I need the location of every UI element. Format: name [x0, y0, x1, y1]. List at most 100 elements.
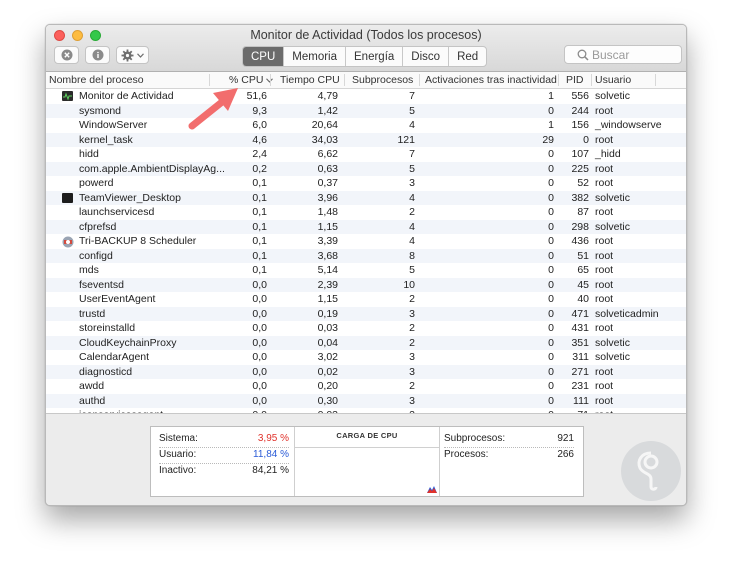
quit-process-button[interactable] [54, 46, 79, 64]
cell-pid: 52 [577, 177, 589, 189]
table-row[interactable]: com.apple.AmbientDisplayAg... 0,2 0,63 5 0 22… [46, 161, 686, 176]
cell-time: 1,48 [317, 206, 338, 218]
table-row[interactable]: storeinstalld 0,0 0,03 2 0 431 root [46, 321, 686, 336]
cell-name: trustd [79, 307, 106, 320]
chevron-down-icon [137, 52, 144, 58]
cell-name: hidd [79, 148, 99, 160]
cell-cpu: 0,1 [252, 220, 267, 233]
cell-name: configd [79, 249, 113, 262]
column-header-pid[interactable]: PID [566, 74, 584, 87]
cell-pid: 298 [571, 220, 589, 233]
cell-pid: 87 [577, 206, 589, 218]
cell-time: 3,68 [317, 249, 338, 262]
cell-threads: 5 [409, 264, 415, 276]
tab-disco[interactable]: Disco [402, 47, 448, 66]
tab-cpu[interactable]: CPU [243, 47, 284, 66]
cpu-load-graph-title: CARGA DE CPU [295, 427, 439, 448]
column-divider [419, 74, 420, 86]
cell-pid: 231 [571, 380, 589, 392]
cell-pid: 65 [577, 264, 589, 276]
table-row[interactable]: configd 0,1 3,68 8 0 51 root [46, 248, 686, 263]
cell-threads: 5 [409, 162, 415, 175]
cell-threads: 5 [409, 104, 415, 117]
cell-pid: 40 [577, 293, 589, 305]
toolbar: Monitor de Actividad (Todos los procesos… [46, 25, 686, 72]
search-field[interactable]: Buscar [564, 45, 682, 64]
cell-pid: 351 [571, 336, 589, 349]
search-placeholder: Buscar [592, 47, 630, 62]
summary-area: Sistema: 3,95 % Usuario: 11,84 % Inactiv… [46, 413, 686, 505]
cell-wakeups: 0 [548, 278, 554, 291]
cell-time: 0,04 [317, 336, 338, 349]
table-row[interactable]: CloudKeychainProxy 0,0 0,04 2 0 351 solvetic [46, 335, 686, 350]
tab-red[interactable]: Red [448, 47, 486, 66]
cell-name: authd [79, 394, 106, 407]
cell-user: solvetic [595, 90, 631, 102]
cell-pid: 271 [571, 365, 589, 378]
table-row[interactable]: WindowServer 6,0 20,64 4 1 156 _windowserve [46, 118, 686, 133]
table-row[interactable]: launchservicesd 0,1 1,48 2 0 87 root [46, 205, 686, 220]
action-menu-button[interactable] [116, 46, 149, 64]
x-circle-icon [61, 49, 72, 61]
column-header-wakeups[interactable]: Activaciones tras inactividad [425, 74, 557, 87]
table-row[interactable]: authd 0,0 0,30 3 0 111 root [46, 393, 686, 408]
gear-icon [121, 49, 134, 61]
table-row[interactable]: mds 0,1 5,14 5 0 65 root [46, 263, 686, 278]
cell-threads: 3 [409, 307, 415, 320]
cell-threads: 3 [409, 351, 415, 363]
cell-wakeups: 0 [548, 162, 554, 175]
cell-wakeups: 0 [548, 148, 554, 160]
table-row[interactable]: TeamViewer_Desktop 0,1 3,96 4 0 382 solvetic [46, 190, 686, 205]
table-row[interactable]: UserEventAgent 0,0 1,15 2 0 40 root [46, 292, 686, 307]
cell-wakeups: 0 [548, 336, 554, 349]
cell-name: powerd [79, 177, 114, 189]
search-icon [577, 49, 589, 61]
row-divider [444, 447, 574, 448]
cell-cpu: 0,0 [252, 365, 267, 378]
column-header-name[interactable]: Nombre del proceso [49, 74, 144, 87]
cell-cpu: 0,0 [252, 293, 267, 305]
cell-user: root [595, 104, 614, 117]
column-header-threads[interactable]: Subprocesos [352, 74, 413, 87]
cell-pid: 51 [577, 249, 589, 262]
table-row[interactable]: Tri-BACKUP 8 Scheduler 0,1 3,39 4 0 436 root [46, 234, 686, 249]
cell-time: 4,79 [317, 90, 338, 102]
cell-wakeups: 0 [548, 307, 554, 320]
cell-name: diagnosticd [79, 365, 133, 378]
sistema-value: 3,95 % [257, 433, 289, 444]
inactivo-value: 84,21 % [252, 465, 289, 476]
table-header: Nombre del proceso % CPU Tiempo CPU Subp… [46, 72, 686, 89]
sistema-label: Sistema: [159, 433, 198, 444]
cell-name: com.apple.AmbientDisplayAg... [79, 162, 225, 175]
table-row[interactable]: fseventsd 0,0 2,39 10 0 45 root [46, 277, 686, 292]
cell-wakeups: 0 [548, 293, 554, 305]
table-row[interactable]: Monitor de Actividad 51,6 4,79 7 1 556 solveti… [46, 89, 686, 104]
cell-cpu: 0,1 [252, 206, 267, 218]
column-header-time[interactable]: Tiempo CPU [280, 74, 340, 87]
table-row[interactable]: kernel_task 4,6 34,03 121 29 0 root [46, 132, 686, 147]
cell-name: Tri-BACKUP 8 Scheduler [79, 235, 197, 247]
resource-tabs: CPU Memoria Energía Disco Red [242, 46, 488, 67]
tab-memoria[interactable]: Memoria [283, 47, 345, 66]
cell-time: 3,02 [317, 351, 338, 363]
cell-threads: 4 [409, 220, 415, 233]
table-row[interactable]: powerd 0,1 0,37 3 0 52 root [46, 176, 686, 191]
procesos-label: Procesos: [444, 449, 489, 460]
cell-user: root [595, 206, 614, 218]
column-header-user[interactable]: Usuario [595, 74, 631, 87]
cell-pid: 225 [571, 162, 589, 175]
table-row[interactable]: trustd 0,0 0,19 3 0 471 solveticadmin [46, 306, 686, 321]
cell-time: 5,14 [317, 264, 338, 276]
table-row[interactable]: cfprefsd 0,1 1,15 4 0 298 solvetic [46, 219, 686, 234]
table-row[interactable]: awdd 0,0 0,20 2 0 231 root [46, 379, 686, 394]
table-row[interactable]: diagnosticd 0,0 0,02 3 0 271 root [46, 364, 686, 379]
cell-threads: 2 [409, 206, 415, 218]
column-divider [270, 74, 271, 86]
info-icon [92, 49, 103, 61]
tab-energia[interactable]: Energía [345, 47, 402, 66]
cell-cpu: 0,0 [252, 322, 267, 334]
table-row[interactable]: hidd 2,4 6,62 7 0 107 _hidd [46, 147, 686, 162]
table-row[interactable]: sysmond 9,3 1,42 5 0 244 root [46, 103, 686, 118]
inspect-process-button[interactable] [85, 46, 110, 64]
table-row[interactable]: CalendarAgent 0,0 3,02 3 0 311 solvetic [46, 350, 686, 365]
